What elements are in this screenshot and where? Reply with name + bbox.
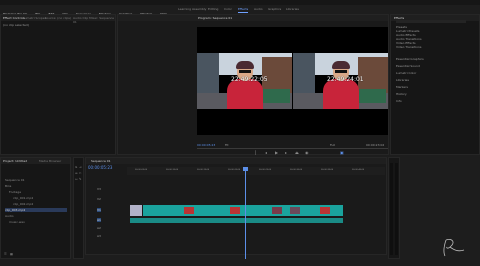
ruler-label: 00:00:30:00: [290, 169, 303, 171]
project-item[interactable]: Sequence 01: [5, 178, 25, 182]
ruler-label: 00:00:35:00: [321, 169, 334, 171]
tab-project[interactable]: Project: Untitled: [3, 159, 27, 163]
video-clip-v1[interactable]: [143, 205, 343, 216]
section-markers[interactable]: Markers: [396, 85, 408, 89]
workspace-graphics[interactable]: Graphics: [268, 7, 281, 12]
clip-thumbnail: [320, 207, 330, 214]
project-item[interactable]: Audio: [5, 214, 14, 218]
timecode-overlay-left: 22:49:22:05: [231, 76, 268, 83]
program-tab-row: Program: Sequence 01: [118, 15, 388, 21]
playhead-handle[interactable]: [243, 167, 248, 171]
tab-effect-controls[interactable]: Effect Controls: [3, 16, 25, 20]
track-label-v1[interactable]: V1: [97, 208, 101, 212]
mark-in-icon[interactable]: ▏: [255, 150, 258, 155]
program-timecode-current[interactable]: 00:00:05:23: [197, 143, 215, 147]
icon-view-icon[interactable]: ▦: [10, 252, 13, 256]
program-fit-dropdown[interactable]: Fit: [225, 143, 229, 147]
pen-tool-icon[interactable]: ✎: [79, 177, 82, 181]
ruler-label: 00:00:25:00: [259, 169, 272, 171]
tab-media-browser[interactable]: Media Browser: [39, 159, 61, 163]
ripple-edit-tool-icon[interactable]: ⇹: [75, 171, 78, 175]
timeline-timecode[interactable]: 00:00:05:23: [88, 166, 112, 170]
play-icon[interactable]: ▶: [275, 150, 278, 155]
source-panel: Effect Controls Lumetri Scopes Source: (…: [0, 14, 116, 155]
clip-thumbnail: [272, 207, 282, 214]
section-essential-graphics[interactable]: Essential Graphics: [396, 57, 424, 61]
track-select-tool-icon[interactable]: ⇥: [79, 165, 82, 169]
workspace-learning[interactable]: Learning: [178, 7, 191, 12]
workspace-bar: Learning Assembly Editing Color Effects …: [0, 6, 480, 13]
clip-thumbnail: [184, 207, 194, 214]
project-item-selected[interactable]: clip_003.mp4: [5, 208, 67, 212]
ruler-label: 00:00:15:00: [197, 169, 210, 171]
project-item[interactable]: Footage: [9, 190, 21, 194]
workspace-libraries[interactable]: Libraries: [286, 7, 299, 12]
video-clip-thumbnail[interactable]: [130, 205, 142, 216]
ruler-label: 00:00:40:00: [352, 169, 365, 171]
ruler-label: 00:00:20:00: [228, 169, 241, 171]
section-info[interactable]: Info: [396, 99, 402, 103]
ruler-label: 00:00:10:00: [166, 169, 179, 171]
program-quality-dropdown[interactable]: Full: [330, 143, 335, 147]
project-item[interactable]: clip_001.mp4: [13, 196, 33, 200]
signature-watermark: [443, 239, 465, 257]
step-forward-icon[interactable]: ▸: [285, 150, 287, 155]
section-lumetri-color[interactable]: Lumetri Color: [396, 71, 416, 75]
section-libraries[interactable]: Libraries: [396, 78, 409, 82]
timeline-tab-row: Sequence 01: [86, 158, 386, 164]
audio-meter-right: [395, 163, 398, 255]
program-scrubber[interactable]: [197, 148, 388, 149]
project-item[interactable]: Bins: [5, 184, 11, 188]
razor-tool-icon[interactable]: ✂: [79, 171, 82, 175]
timecode-overlay-right: 22:49:24:01: [327, 76, 364, 83]
track-label-a2[interactable]: A2: [97, 226, 101, 230]
program-video: 22:49:22:05 22:49:24:01: [197, 27, 388, 135]
list-view-icon[interactable]: ☰: [4, 252, 7, 256]
no-clip-text: (no clip selected): [3, 23, 29, 27]
clip-thumbnail: [230, 207, 240, 214]
track-label-a1[interactable]: A1: [97, 218, 101, 222]
video-frame-right: 22:49:24:01: [293, 53, 388, 109]
workspace-assembly[interactable]: Assembly: [192, 7, 206, 12]
slip-tool-icon[interactable]: ↔: [75, 177, 78, 181]
clip-thumbnail: [290, 207, 300, 214]
workspace-audio[interactable]: Audio: [254, 7, 263, 12]
track-label-v2[interactable]: V2: [97, 197, 101, 201]
tab-source[interactable]: Source: (no clips): [45, 16, 71, 20]
audio-clip-a1[interactable]: [130, 218, 343, 223]
track-label-v3[interactable]: V3: [97, 187, 101, 191]
effects-item-video-transitions[interactable]: Video Transitions: [396, 45, 421, 49]
playhead[interactable]: [245, 167, 246, 259]
menu-bar: Premiere Pro CC File Edit Clip Sequence …: [0, 0, 480, 16]
export-frame-icon[interactable]: ◉: [305, 150, 309, 155]
section-history[interactable]: History: [396, 92, 407, 96]
project-tab-row: Project: Untitled Media Browser: [1, 158, 70, 164]
step-back-icon[interactable]: ◂: [265, 150, 267, 155]
workspace-editing[interactable]: Editing: [208, 7, 218, 12]
comparison-view-icon[interactable]: ▣: [340, 150, 344, 155]
workspace-effects[interactable]: Effects: [238, 7, 249, 13]
project-item[interactable]: music.wav: [9, 220, 25, 224]
program-timecode-duration: 00:00:23:02: [366, 143, 385, 147]
tab-audio-clip-mixer[interactable]: Audio Clip Mixer: Sequence 01: [73, 16, 115, 24]
tab-program[interactable]: Program: Sequence 01: [198, 16, 232, 20]
section-essential-sound[interactable]: Essential Sound: [396, 64, 420, 68]
selection-tool-icon[interactable]: ➤: [75, 165, 78, 169]
video-frame-left: 22:49:22:05: [197, 53, 292, 109]
track-label-a3[interactable]: A3: [97, 234, 101, 238]
lift-icon[interactable]: ⏏: [295, 150, 299, 155]
ruler-label: 00:00:05:00: [135, 169, 148, 171]
audio-meter-left: [390, 163, 393, 255]
tab-lumetri-scopes[interactable]: Lumetri Scopes: [23, 16, 46, 20]
project-item[interactable]: clip_002.mp4: [13, 202, 33, 206]
effects-search-input[interactable]: [396, 20, 466, 23]
source-tab-row: Effect Controls Lumetri Scopes Source: (…: [1, 15, 115, 24]
workspace-color[interactable]: Color: [224, 7, 232, 12]
tab-sequence[interactable]: Sequence 01: [91, 159, 111, 163]
